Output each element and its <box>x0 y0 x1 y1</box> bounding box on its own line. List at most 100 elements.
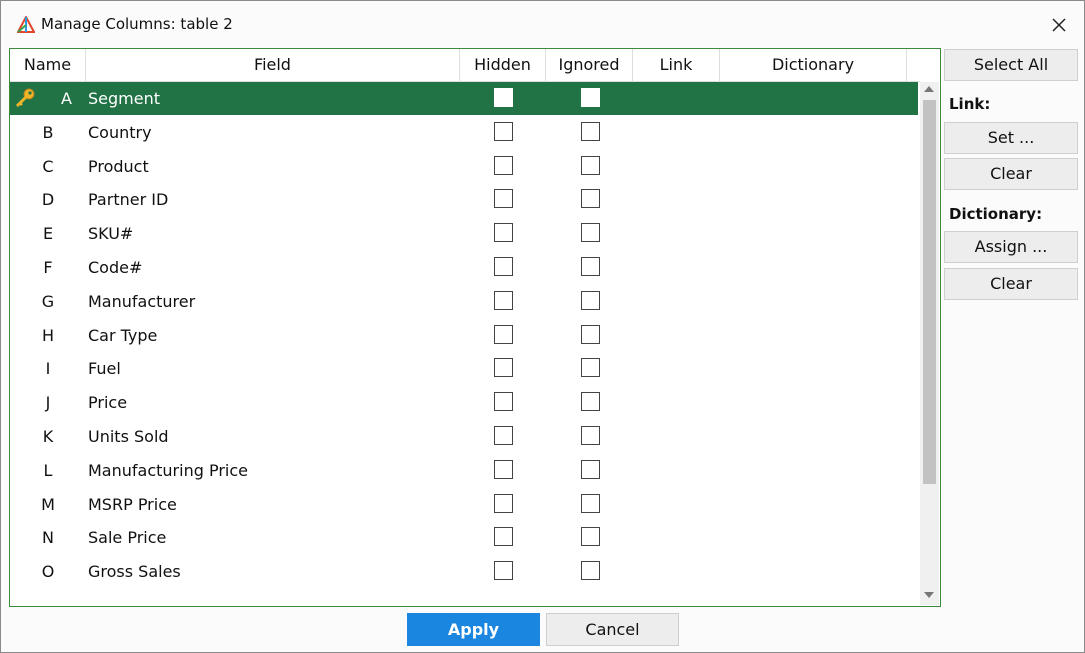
hidden-checkbox[interactable] <box>494 561 513 581</box>
manage-columns-dialog: Manage Columns: table 2 Name Field Hidde… <box>0 0 1085 653</box>
ignored-checkbox[interactable] <box>581 290 600 310</box>
row-name: L <box>43 460 53 480</box>
ignored-checkbox[interactable] <box>581 88 600 107</box>
link-set-button[interactable]: Set ... <box>944 122 1078 154</box>
hidden-checkbox[interactable] <box>494 527 513 547</box>
scroll-up-arrow-icon[interactable] <box>924 86 934 92</box>
table-row[interactable]: I Fuel <box>10 352 918 385</box>
row-name: F <box>43 258 53 277</box>
header-hidden[interactable]: Hidden <box>460 49 546 81</box>
hidden-checkbox[interactable] <box>494 88 513 107</box>
table-row[interactable]: G Manufacturer <box>10 285 918 318</box>
table-row[interactable]: K Units Sold <box>10 420 918 453</box>
header-name[interactable]: Name <box>10 49 86 81</box>
title-bar: Manage Columns: table 2 <box>1 1 1084 45</box>
hidden-checkbox[interactable] <box>494 121 513 141</box>
close-button[interactable] <box>1047 13 1071 37</box>
hidden-checkbox[interactable] <box>494 189 513 209</box>
hidden-checkbox[interactable] <box>494 290 513 310</box>
ignored-checkbox[interactable] <box>581 459 600 479</box>
hidden-checkbox[interactable] <box>494 257 513 276</box>
vertical-scrollbar[interactable] <box>920 82 939 605</box>
scroll-down-arrow-icon[interactable] <box>924 592 934 598</box>
hidden-checkbox[interactable] <box>494 426 513 445</box>
header-ignored[interactable]: Ignored <box>546 49 633 81</box>
dictionary-section-label: Dictionary: <box>949 205 1043 223</box>
row-field: Units Sold <box>88 427 169 446</box>
row-name: D <box>41 190 55 210</box>
grid-header: Name Field Hidden Ignored Link Dictionar… <box>10 49 920 82</box>
dictionary-assign-button[interactable]: Assign ... <box>944 231 1078 263</box>
table-row[interactable]: B Country <box>10 116 918 149</box>
table-row[interactable]: F Code# <box>10 251 918 284</box>
hidden-checkbox[interactable] <box>494 223 513 243</box>
table-row[interactable]: M MSRP Price <box>10 488 918 521</box>
header-link[interactable]: Link <box>633 49 720 81</box>
table-row[interactable]: O Gross Sales <box>10 555 918 588</box>
row-name: C <box>42 156 54 176</box>
row-field: Code# <box>88 258 143 277</box>
table-row[interactable]: E SKU# <box>10 217 918 250</box>
row-field: Country <box>88 122 152 142</box>
row-name: G <box>41 291 55 311</box>
row-name: M <box>41 494 55 514</box>
ignored-checkbox[interactable] <box>581 392 600 412</box>
link-section-label: Link: <box>949 95 991 113</box>
hidden-checkbox[interactable] <box>494 155 513 175</box>
row-field: Car Type <box>88 325 158 345</box>
row-field: Fuel <box>88 359 121 379</box>
hidden-checkbox[interactable] <box>494 493 513 513</box>
row-name: N <box>42 528 54 548</box>
hidden-checkbox[interactable] <box>494 459 513 479</box>
row-field: Product <box>88 156 149 176</box>
link-clear-button[interactable]: Clear <box>944 158 1078 190</box>
row-field: Segment <box>88 89 160 108</box>
app-logo-icon <box>17 16 35 33</box>
ignored-checkbox[interactable] <box>581 561 600 581</box>
ignored-checkbox[interactable] <box>581 155 600 175</box>
row-name: O <box>41 562 55 582</box>
header-field[interactable]: Field <box>86 49 460 81</box>
row-name: J <box>45 393 51 413</box>
row-field: Gross Sales <box>88 562 181 582</box>
row-field: Price <box>88 393 128 413</box>
table-row[interactable]: D Partner ID <box>10 183 918 216</box>
ignored-checkbox[interactable] <box>581 324 600 344</box>
columns-grid: Name Field Hidden Ignored Link Dictionar… <box>9 48 941 607</box>
row-name: H <box>41 325 55 345</box>
row-field: Sale Price <box>88 528 167 548</box>
dictionary-clear-button[interactable]: Clear <box>944 268 1078 300</box>
table-row[interactable]: J Price <box>10 386 918 419</box>
table-row[interactable]: A Segment <box>10 82 918 115</box>
hidden-checkbox[interactable] <box>494 392 513 412</box>
row-name: I <box>45 359 51 379</box>
ignored-checkbox[interactable] <box>581 426 600 445</box>
row-field: Manufacturer <box>88 291 196 311</box>
ignored-checkbox[interactable] <box>581 223 600 243</box>
ignored-checkbox[interactable] <box>581 493 600 513</box>
table-row[interactable]: L Manufacturing Price <box>10 454 918 487</box>
apply-button[interactable]: Apply <box>407 613 540 646</box>
row-field: Manufacturing Price <box>88 460 248 480</box>
row-name: K <box>42 427 54 446</box>
ignored-checkbox[interactable] <box>581 527 600 547</box>
table-row[interactable]: N Sale Price <box>10 521 918 554</box>
ignored-checkbox[interactable] <box>581 358 600 378</box>
row-field: MSRP Price <box>88 494 177 514</box>
header-dictionary[interactable]: Dictionary <box>720 49 907 81</box>
scroll-thumb[interactable] <box>923 100 936 484</box>
table-row[interactable]: C Product <box>10 150 918 183</box>
row-name: E <box>42 224 54 244</box>
table-row[interactable]: H Car Type <box>10 319 918 352</box>
ignored-checkbox[interactable] <box>581 257 600 276</box>
row-field: Partner ID <box>88 190 169 210</box>
hidden-checkbox[interactable] <box>494 324 513 344</box>
hidden-checkbox[interactable] <box>494 358 513 378</box>
select-all-button[interactable]: Select All <box>944 49 1078 81</box>
ignored-checkbox[interactable] <box>581 121 600 141</box>
cancel-button[interactable]: Cancel <box>546 613 679 646</box>
row-name: B <box>42 122 54 142</box>
dialog-title: Manage Columns: table 2 <box>41 15 233 33</box>
row-name: A <box>61 89 72 108</box>
ignored-checkbox[interactable] <box>581 189 600 209</box>
